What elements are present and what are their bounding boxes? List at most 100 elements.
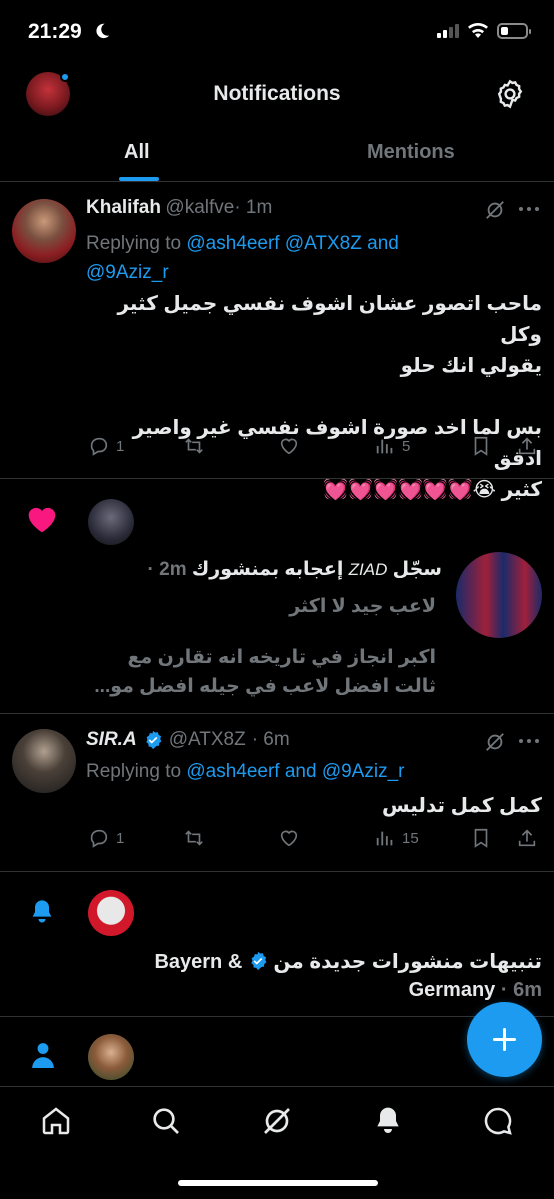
settings-gear-icon[interactable] [494,78,526,110]
view-count: 15 [402,829,419,847]
notification-new-posts[interactable]: تنبيهات منشورات جديدة من Bayern & German… [0,873,554,1017]
verified-badge-icon [146,730,162,750]
reply-icon [90,829,108,848]
liked-post-line: ثالت افضل لاعب في جيله افضل مو... [94,676,436,697]
share-button[interactable] [516,435,538,457]
account-avatar[interactable] [88,890,134,936]
verified-badge-icon [251,951,267,971]
author-handle[interactable]: @ATX8Z [169,729,246,751]
like-title-suffix: إعجابه بمنشورك [191,559,349,580]
like-title-prefix: سجّل [387,559,442,580]
avatar[interactable] [12,729,76,793]
bell-filled-icon [32,900,52,923]
post-time: · 1m [234,197,273,218]
battery-icon [497,23,531,39]
bookmark-icon [474,828,488,848]
share-button[interactable] [516,827,538,849]
replying-to-label: Replying to [86,761,187,782]
active-tab-indicator [119,177,159,181]
bookmark-button[interactable] [470,435,492,457]
notification-reply[interactable]: SIR.A @ATX8Z · 6m Replying to @ash4eerf a… [0,715,554,872]
more-options-icon[interactable] [518,737,540,745]
replying-to-handles-2[interactable]: @9Aziz_r [86,258,526,287]
account-name[interactable]: Bayern & [154,951,242,973]
reply-count: 1 [116,829,125,847]
liker-name[interactable]: ZIAD [349,560,388,579]
new-posts-label: تنبيهات منشورات جديدة من [273,951,542,973]
account-name-2[interactable]: Germany [409,979,496,1001]
search-icon[interactable] [150,1105,182,1137]
new-posts-account-line: Germany · 6m [86,979,542,1002]
bell-icon[interactable] [372,1105,404,1137]
author-name[interactable]: Khalifah [86,197,161,218]
grok-icon[interactable] [484,199,506,221]
liked-post-line: لاعب جيد لا اكثر [289,596,436,617]
reply-button[interactable]: 1 [88,435,124,457]
repost-button[interactable] [183,435,205,457]
more-options-icon[interactable] [518,205,540,213]
post-text: ماحب اتصور عشان اشوف نفسي جميل كثير وكل … [86,289,542,506]
like-button[interactable] [278,435,300,457]
post-actions: 1 15 [0,827,554,857]
reply-icon [90,437,108,456]
tab-all[interactable]: All [124,141,150,164]
signal-icon [437,24,459,38]
compose-post-button[interactable] [467,1002,542,1077]
views-icon [376,439,393,454]
notification-reply[interactable]: Khalifah @kalfve· 1m Replying to @ash4ee… [0,183,554,501]
replying-to: Replying to @ash4eerf and @9Aziz_r [86,757,404,786]
status-bar: 21:29 [0,0,554,64]
reply-button[interactable]: 1 [88,827,124,849]
post-text: كمل كمل تدليس [86,791,542,822]
heart-filled-icon [28,507,56,533]
like-title: سجّل ZIAD إعجابه بمنشورك 2m · [86,558,442,581]
home-icon[interactable] [40,1105,72,1137]
view-count: 5 [402,437,411,455]
views-button[interactable]: 15 [374,827,419,849]
views-button[interactable]: 5 [374,435,410,457]
liked-post-line: اكبر انجاز في تاريخه انه تقارن مع [127,647,436,668]
replying-to-label: Replying to [86,233,187,254]
liker-avatar[interactable] [88,499,134,545]
notification-tabs: All Mentions [0,124,554,182]
like-time: 2m · [147,559,187,580]
person-icon [32,1043,54,1068]
page-title: Notifications [213,82,341,105]
share-icon [518,829,536,847]
post-thumbnail[interactable] [456,552,542,638]
author-name[interactable]: SIR.A [86,729,137,751]
wifi-icon [468,22,488,38]
heart-icon [280,830,298,847]
bookmark-button[interactable] [470,827,492,849]
tab-mentions[interactable]: Mentions [367,141,455,164]
replying-to-handles[interactable]: @ash4eerf and @9Aziz_r [186,761,404,782]
do-not-disturb-icon [96,23,110,39]
repost-icon [185,830,203,846]
author-handle[interactable]: @kalfve [165,197,234,218]
messages-icon[interactable] [482,1105,514,1137]
post-time: · 6m [251,729,290,750]
home-indicator [178,1180,378,1186]
repost-icon [185,438,203,454]
views-icon [376,831,393,846]
avatar[interactable] [12,199,76,263]
reply-count: 1 [116,437,125,455]
new-posts-time: · 6m [500,979,542,1001]
liked-post-text: لاعب جيد لا اكثر اكبر انجاز في تاريخه ان… [86,592,436,701]
status-time: 21:29 [28,20,82,43]
post-actions: 1 5 [0,435,554,465]
post-text-line: ماحب اتصور عشان اشوف نفسي جميل كثير وكل [117,293,542,346]
follower-avatar[interactable] [88,1034,134,1080]
grok-icon[interactable] [484,731,506,753]
share-icon [518,437,536,455]
post-text-line: كمل كمل تدليس [382,795,542,817]
grok-icon[interactable] [261,1105,293,1137]
replying-to: Replying to @ash4eerf @ATX8Z and [86,229,526,258]
notification-like[interactable]: سجّل ZIAD إعجابه بمنشورك 2m · لاعب جيد ل… [0,480,554,714]
heart-icon [280,438,298,455]
header: Notifications [0,64,554,124]
replying-to-handles[interactable]: @ash4eerf @ATX8Z and [186,233,399,254]
like-button[interactable] [278,827,300,849]
repost-button[interactable] [183,827,205,849]
bookmark-icon [474,436,488,456]
